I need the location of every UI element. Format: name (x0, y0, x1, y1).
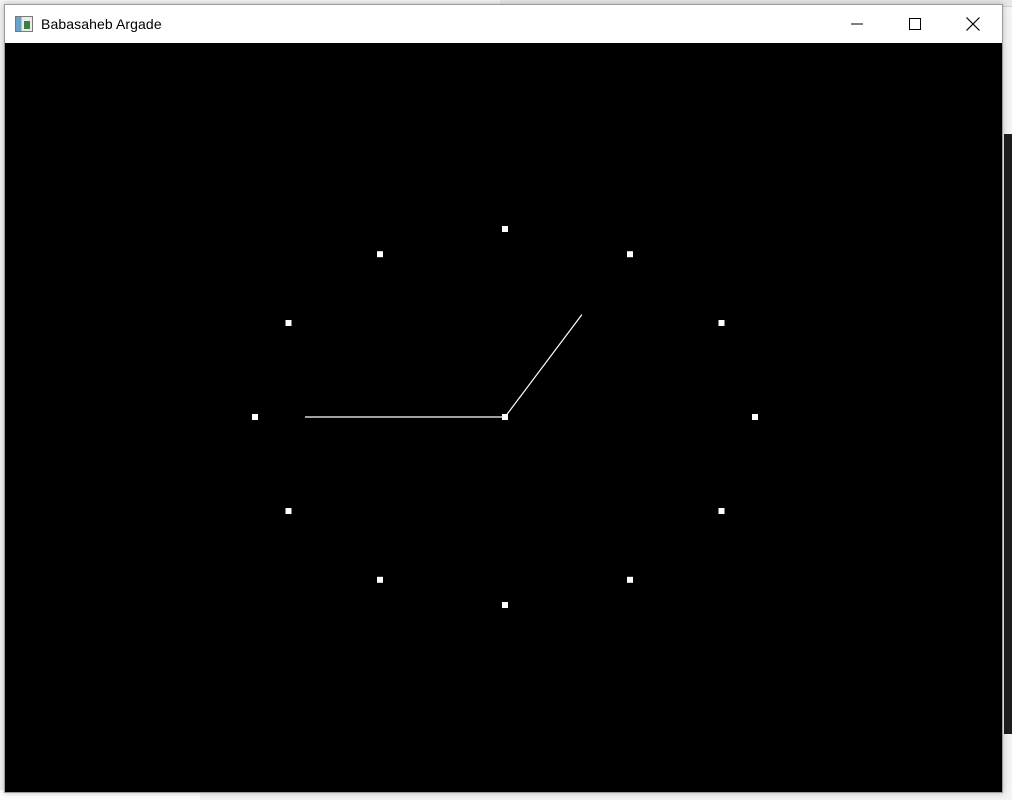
title-bar[interactable]: Babasaheb Argade (5, 5, 1002, 43)
hour-marker-8 (285, 508, 292, 514)
clock-canvas[interactable] (5, 43, 1002, 792)
maximize-icon (909, 18, 921, 30)
hour-marker-12 (502, 226, 508, 232)
minimize-icon (851, 23, 863, 25)
app-window-icon[interactable] (15, 16, 33, 32)
window-controls (828, 5, 1002, 43)
close-button[interactable] (944, 5, 1002, 43)
hour-marker-1 (627, 251, 633, 258)
hour-marker-11 (377, 251, 383, 258)
hour-marker-3 (752, 414, 758, 420)
maximize-button[interactable] (886, 5, 944, 43)
minimize-button[interactable] (828, 5, 886, 43)
clock-drawing (252, 226, 758, 608)
window-title: Babasaheb Argade (41, 16, 162, 32)
hour-marker-7 (377, 576, 383, 583)
hour-marker-2 (718, 320, 725, 326)
hour-marker-10 (285, 320, 292, 326)
hour-marker-5 (627, 576, 633, 583)
clock-hand-diagonal (504, 314, 583, 418)
hour-marker-9 (252, 414, 258, 420)
hour-marker-4 (718, 508, 725, 514)
close-icon (966, 17, 980, 31)
background-app-strip-right (1004, 134, 1012, 734)
app-window: Babasaheb Argade (4, 4, 1003, 793)
hour-marker-6 (502, 602, 508, 608)
